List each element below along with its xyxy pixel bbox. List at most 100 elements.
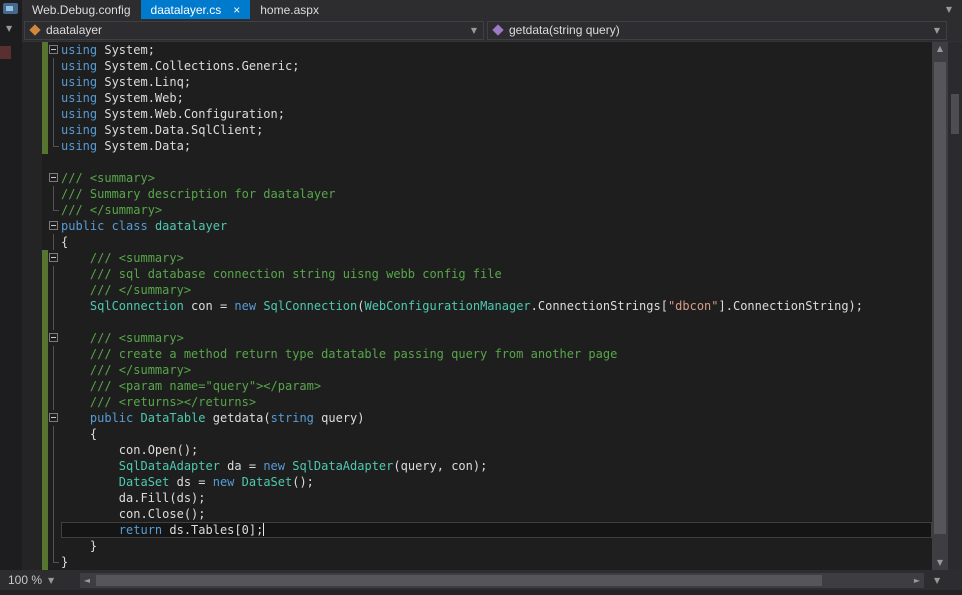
code-text[interactable]: using System.Web;	[61, 90, 932, 106]
code-line[interactable]: using System.Data.SqlClient;	[22, 122, 932, 138]
code-line[interactable]: using System.Web.Configuration;	[22, 106, 932, 122]
vertical-scrollbar-thumb[interactable]	[934, 62, 946, 534]
code-line[interactable]: /// sql database connection string uisng…	[22, 266, 932, 282]
code-text[interactable]: /// <summary>	[61, 330, 932, 346]
indicator-margin[interactable]	[22, 554, 42, 570]
code-line[interactable]: using System.Data;	[22, 138, 932, 154]
indicator-margin[interactable]	[22, 42, 42, 58]
code-line[interactable]: SqlConnection con = new SqlConnection(We…	[22, 298, 932, 314]
code-line[interactable]: con.Close();	[22, 506, 932, 522]
scroll-left-icon[interactable]: ◄	[80, 576, 94, 585]
indicator-margin[interactable]	[22, 202, 42, 218]
code-line[interactable]: return ds.Tables[0];	[22, 522, 932, 538]
code-line[interactable]: }	[22, 538, 932, 554]
code-text[interactable]: SqlDataAdapter da = new SqlDataAdapter(q…	[61, 458, 932, 474]
indicator-margin[interactable]	[22, 266, 42, 282]
indicator-margin[interactable]	[22, 410, 42, 426]
tab-web-debug-config[interactable]: Web.Debug.config	[22, 0, 141, 19]
indicator-margin[interactable]	[22, 282, 42, 298]
indicator-margin[interactable]	[22, 58, 42, 74]
close-tab-icon[interactable]: ×	[233, 4, 240, 16]
fold-toggle[interactable]	[48, 170, 61, 186]
indicator-margin[interactable]	[22, 378, 42, 394]
code-line[interactable]: /// <returns></returns>	[22, 394, 932, 410]
indicator-margin[interactable]	[22, 346, 42, 362]
code-line[interactable]: /// <param name="query"></param>	[22, 378, 932, 394]
code-text[interactable]: /// </summary>	[61, 202, 932, 218]
code-text[interactable]: public DataTable getdata(string query)	[61, 410, 932, 426]
code-area[interactable]: using System;using System.Collections.Ge…	[22, 42, 932, 570]
code-text[interactable]: using System.Linq;	[61, 74, 932, 90]
indicator-margin[interactable]	[22, 106, 42, 122]
indicator-margin[interactable]	[22, 330, 42, 346]
code-text[interactable]: /// sql database connection string uisng…	[61, 266, 932, 282]
outer-scrollbar[interactable]	[948, 42, 962, 570]
code-text[interactable]: con.Open();	[61, 442, 932, 458]
indicator-margin[interactable]	[22, 442, 42, 458]
code-text[interactable]: SqlConnection con = new SqlConnection(We…	[61, 298, 932, 314]
indicator-margin[interactable]	[22, 474, 42, 490]
horizontal-scrollbar-track[interactable]	[94, 573, 910, 588]
vertical-scrollbar-track[interactable]	[932, 56, 948, 556]
indicator-margin[interactable]	[22, 298, 42, 314]
member-dropdown[interactable]: getdata(string query) ▼	[487, 21, 947, 40]
code-text[interactable]: using System.Web.Configuration;	[61, 106, 932, 122]
indicator-margin[interactable]	[22, 426, 42, 442]
vertical-scrollbar[interactable]: ▲ ▼	[932, 42, 948, 570]
zoom-control[interactable]: 100 % ▼	[0, 573, 80, 587]
fold-toggle[interactable]	[48, 330, 61, 346]
code-text[interactable]: return ds.Tables[0];	[61, 522, 932, 538]
fold-toggle[interactable]	[48, 42, 61, 58]
indicator-margin[interactable]	[22, 362, 42, 378]
code-text[interactable]: {	[61, 234, 932, 250]
indicator-margin[interactable]	[22, 154, 42, 170]
code-text[interactable]: /// <summary>	[61, 170, 932, 186]
tool-tab-icon[interactable]	[0, 46, 11, 59]
code-line[interactable]: public DataTable getdata(string query)	[22, 410, 932, 426]
code-text[interactable]: da.Fill(ds);	[61, 490, 932, 506]
indicator-margin[interactable]	[22, 90, 42, 106]
code-text[interactable]: }	[61, 554, 932, 570]
indicator-margin[interactable]	[22, 250, 42, 266]
horizontal-scrollbar[interactable]: ◄ ►	[80, 573, 924, 588]
code-text[interactable]	[61, 154, 932, 170]
indicator-margin[interactable]	[22, 522, 42, 538]
horizontal-scrollbar-thumb[interactable]	[96, 575, 822, 586]
tab-daatalayer-cs[interactable]: daatalayer.cs ×	[141, 0, 251, 19]
code-text[interactable]: con.Close();	[61, 506, 932, 522]
indicator-margin[interactable]	[22, 394, 42, 410]
indicator-margin[interactable]	[22, 138, 42, 154]
code-line[interactable]: SqlDataAdapter da = new SqlDataAdapter(q…	[22, 458, 932, 474]
code-line[interactable]: {	[22, 426, 932, 442]
code-text[interactable]: /// create a method return type datatabl…	[61, 346, 932, 362]
code-line[interactable]: da.Fill(ds);	[22, 490, 932, 506]
code-line[interactable]	[22, 154, 932, 170]
indicator-margin[interactable]	[22, 234, 42, 250]
code-text[interactable]: using System.Collections.Generic;	[61, 58, 932, 74]
code-line[interactable]: {	[22, 234, 932, 250]
indicator-margin[interactable]	[22, 538, 42, 554]
code-text[interactable]	[61, 314, 932, 330]
tab-home-aspx[interactable]: home.aspx	[250, 0, 329, 19]
indicator-margin[interactable]	[22, 490, 42, 506]
code-line[interactable]: /// </summary>	[22, 362, 932, 378]
code-line[interactable]: /// <summary>	[22, 250, 932, 266]
code-line[interactable]: public class daatalayer	[22, 218, 932, 234]
scroll-down-icon[interactable]: ▼	[937, 556, 943, 570]
code-line[interactable]	[22, 314, 932, 330]
indicator-margin[interactable]	[22, 314, 42, 330]
code-text[interactable]: using System;	[61, 42, 932, 58]
code-text[interactable]: {	[61, 426, 932, 442]
fold-toggle[interactable]	[48, 250, 61, 266]
code-text[interactable]: }	[61, 538, 932, 554]
code-line[interactable]: using System.Collections.Generic;	[22, 58, 932, 74]
code-text[interactable]: public class daatalayer	[61, 218, 932, 234]
outer-scrollbar-thumb[interactable]	[951, 94, 959, 134]
code-line[interactable]: /// create a method return type datatabl…	[22, 346, 932, 362]
indicator-margin[interactable]	[22, 458, 42, 474]
indicator-margin[interactable]	[22, 74, 42, 90]
code-text[interactable]: /// <param name="query"></param>	[61, 378, 932, 394]
code-line[interactable]: }	[22, 554, 932, 570]
code-line[interactable]: /// <summary>	[22, 170, 932, 186]
code-line[interactable]: /// <summary>	[22, 330, 932, 346]
